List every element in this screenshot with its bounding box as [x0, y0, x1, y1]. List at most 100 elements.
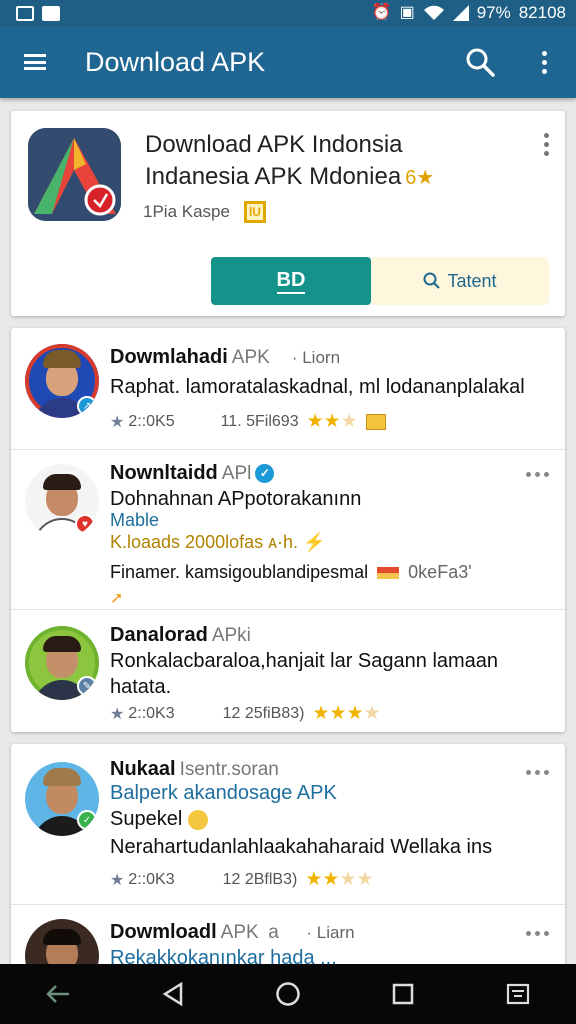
app-icon[interactable] [28, 128, 121, 221]
post-extra-text: Liarn [316, 923, 355, 942]
post-text-suffix: 0keFa3' [408, 562, 472, 582]
avatar[interactable]: ↗ [25, 344, 99, 418]
flag-icon [377, 567, 400, 580]
avatar[interactable]: ♥ [25, 464, 99, 538]
card-overflow-menu-icon[interactable] [544, 133, 549, 156]
feed-card: ✓ Nukaal Isentr.soran Balperk akandosage … [11, 744, 565, 993]
status-bar: ⏰ ▣ 97% 82108 [0, 0, 576, 26]
post-stats: ★ 2::0K3 12 25fiB83) ★★★★ [110, 702, 381, 725]
hamburger-menu-icon[interactable] [0, 26, 70, 98]
primary-download-button[interactable]: BD [211, 257, 371, 305]
app-subtitle: Indanesia APK Mdoniea 6★ [145, 163, 434, 191]
wifi-icon [423, 5, 444, 20]
post-stats: ★ 2::0K3 12 2BflB3) ★★★★ [110, 868, 373, 891]
post-author-suffix: APki [211, 625, 251, 646]
meta-badge: lU [243, 201, 266, 223]
post-author-suffix: APK [220, 922, 259, 943]
post-extra-text: Liorn [302, 348, 341, 367]
recents-square-icon[interactable] [373, 964, 433, 1024]
app-rating: 6★ [405, 167, 435, 189]
search-icon [423, 272, 441, 289]
home-circle-icon[interactable] [258, 964, 318, 1024]
app-meta-text: 1Pia Kaspe [143, 202, 230, 221]
avatar[interactable]: ✓ [25, 762, 99, 836]
thumbs-up-icon[interactable]: ★ [110, 870, 124, 890]
post-extra: · Liorn [291, 348, 341, 367]
post-author-name: Dowmloadl [110, 921, 217, 943]
post-author-name: Nukaal [110, 758, 176, 780]
app-action-row: BD Tatent [211, 257, 549, 305]
alarm-icon: ⏰ [371, 4, 392, 21]
post-author-suffix: APl [221, 463, 252, 484]
edit-badge-icon: ✎ [77, 676, 97, 696]
overflow-menu-icon [541, 50, 547, 74]
thumbs-up-icon[interactable]: ★ [110, 704, 124, 724]
emoji-icon [187, 809, 208, 830]
list-item[interactable]: ✓ Nukaal Isentr.soran Balperk akandosage … [11, 744, 565, 904]
stat-likes: 2::0K5 [128, 412, 175, 430]
post-link[interactable]: Balperk akandosage APK [110, 782, 337, 805]
thumbs-up-icon[interactable]: ★ [110, 412, 124, 432]
post-extra: · Liarn [306, 923, 355, 942]
post-author: Dowmloadl APK a · Liarn [110, 921, 355, 944]
post-text-line-label: Supekel [110, 808, 183, 830]
battery-text: 97% [476, 3, 511, 22]
list-item[interactable]: ✎ Danalorad APki Ronkalacbaraloa,hanjait … [11, 609, 565, 732]
post-text: Ronkalacbaraloa,hanjait lar Sagann lamaa… [110, 650, 499, 672]
stat-likes: 2::0K3 [128, 870, 175, 888]
post-text: Raphat. lamoratalaskadnal, ml lodananpla… [110, 376, 525, 398]
post-author-name: Dowmlahadi [110, 346, 228, 368]
post-text-line-label: Finamer. kamsigoublandipesmal [110, 562, 369, 582]
status-left [16, 5, 60, 21]
post-text-line: K.loaads 2000lofas ᴀ·h. ⚡ [110, 532, 325, 553]
search-button[interactable] [448, 26, 512, 98]
post-author-name: Danalorad [110, 624, 208, 646]
arrow-icon: ➚ [110, 590, 124, 607]
post-overflow-menu-icon[interactable] [526, 931, 549, 936]
post-overflow-menu-icon[interactable] [526, 472, 549, 477]
back-arrow-icon[interactable] [28, 964, 88, 1024]
star-rating: ★★★★ [305, 869, 374, 890]
mail-icon [42, 5, 60, 21]
post-author: Nownltaidd APl ✓ [110, 462, 275, 485]
app-subtitle-text: Indanesia APK Mdoniea [145, 163, 402, 190]
clock: 82108 [518, 3, 566, 22]
stat-views: 12 25fiB83) [222, 704, 305, 722]
star-rating: ★★★ [306, 411, 358, 432]
back-triangle-icon[interactable] [143, 964, 203, 1024]
keyboard-icon[interactable] [488, 964, 548, 1024]
list-item[interactable]: ↗ Dowmlahadi APK · Liorn Raphat. lamoratal… [11, 328, 565, 449]
image-icon [16, 5, 34, 21]
post-author-suffix: Isentr.soran [179, 759, 279, 780]
overflow-menu-button[interactable] [512, 26, 576, 98]
post-text-line: Supekel [110, 808, 208, 831]
share-badge-icon: ↗ [77, 396, 97, 416]
post-text-line: Finamer. kamsigoublandipesmal 0keFa3' [110, 562, 472, 583]
stat-views: 11. 5Fil693 [220, 412, 299, 430]
post-author: Dowmlahadi APK · Liorn [110, 346, 340, 369]
avatar[interactable]: ✎ [25, 626, 99, 700]
status-right: ⏰ ▣ 97% 82108 [372, 3, 566, 23]
stat-views: 12 2BflB3) [222, 870, 298, 888]
app-title: Download APK Indonsia [145, 131, 403, 158]
list-item[interactable]: ♥ Nownltaidd APl ✓ Dohnahnan APpotorakanın… [11, 449, 565, 609]
app-bar: Download APK [0, 26, 576, 98]
post-text-line-label: K.loaads 2000lofas ᴀ·h. ⚡ [110, 532, 326, 552]
heart-badge-icon: ♥ [75, 514, 95, 534]
badge-icon [365, 413, 386, 430]
primary-button-label: BD [276, 269, 306, 294]
post-text-line: Nerahartudanlahlaakahaharaid Wellaka ins [110, 836, 493, 858]
post-stats: ★ 2::0K5 11. 5Fil693 ★★★ [110, 410, 386, 433]
post-overflow-menu-icon[interactable] [526, 770, 549, 775]
app-bar-title: Download APK [85, 46, 266, 77]
check-badge-icon: ✓ [77, 810, 97, 830]
app-card: Download APK Indonsia Indanesia APK Mdon… [11, 111, 565, 316]
post-link[interactable]: Mable [110, 510, 159, 531]
secondary-search-button[interactable]: Tatent [371, 257, 549, 305]
secondary-button-label: Tatent [447, 270, 497, 291]
stat-likes: 2::0K3 [128, 704, 175, 722]
post-author-suffix: APK [231, 347, 270, 368]
star-rating: ★★★★ [312, 703, 381, 724]
navigation-bar [0, 964, 576, 1024]
post-author: Danalorad APki [110, 624, 251, 647]
